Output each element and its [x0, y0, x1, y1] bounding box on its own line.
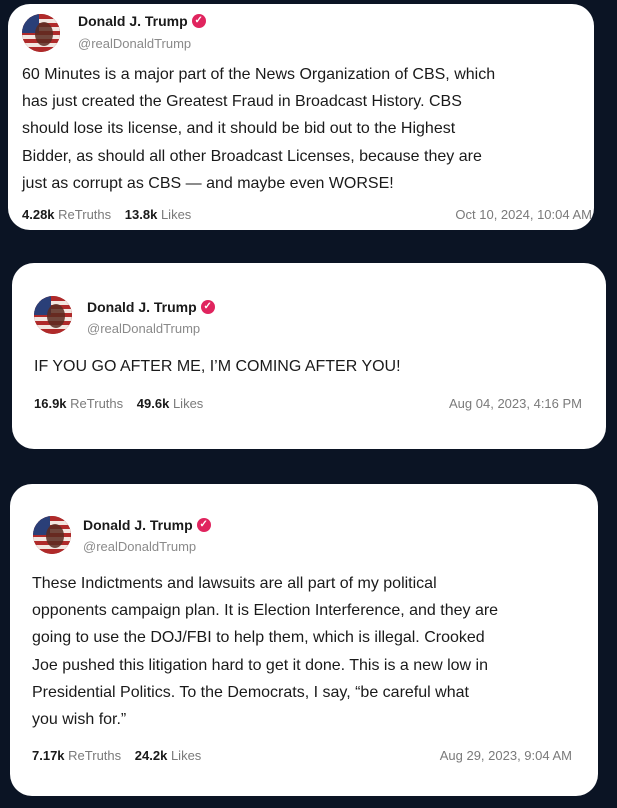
- likes-label: Likes: [160, 207, 192, 222]
- author-handle[interactable]: @realDonaldTrump: [87, 321, 200, 336]
- post-text-line: 60 Minutes is a major part of the News O…: [22, 66, 496, 83]
- post-text-line: has just created the Greatest Fraud in B…: [22, 93, 462, 111]
- retruths-stat[interactable]: 7.17k ReTruths: [32, 748, 121, 763]
- likes-stat[interactable]: 13.8k Likes: [125, 207, 192, 222]
- post-card[interactable]: Donald J. Trump ✓ @realDonaldTrump IF YO…: [12, 263, 606, 449]
- verified-badge-icon: ✓: [196, 518, 211, 532]
- post-card[interactable]: Donald J. Trump ✓ @realDonaldTrump 60 Mi…: [8, 4, 594, 230]
- avatar[interactable]: [33, 516, 71, 554]
- post-text-line: going to use the DOJ/FBI to help them, w…: [32, 629, 485, 647]
- display-name: Donald J. Trump: [87, 299, 197, 315]
- retruths-label: ReTruths: [68, 748, 122, 763]
- display-name: Donald J. Trump: [78, 13, 188, 29]
- author-name[interactable]: Donald J. Trump ✓: [87, 299, 215, 315]
- likes-count: 49.6k: [136, 396, 170, 411]
- author-name[interactable]: Donald J. Trump ✓: [78, 13, 206, 29]
- post-text-line: you wish for.”: [32, 711, 127, 729]
- author-handle[interactable]: @realDonaldTrump: [83, 539, 196, 554]
- post-text-line: Presidential Politics. To the Democrats,…: [32, 683, 469, 701]
- post-text: 60 Minutes is a major part of the News O…: [22, 61, 495, 197]
- post-text: These Indictments and lawsuits are all p…: [32, 570, 498, 733]
- likes-label: Likes: [172, 396, 204, 411]
- post-timestamp[interactable]: Aug 29, 2023, 9:04 AM: [440, 748, 572, 763]
- retruths-count: 4.28k: [22, 207, 55, 222]
- post-timestamp[interactable]: Oct 10, 2024, 10:04 AM: [455, 207, 592, 222]
- post-text-line: Joe pushed this litigation hard to get i…: [32, 656, 488, 674]
- display-name: Donald J. Trump: [83, 517, 193, 533]
- retruths-count: 7.17k: [32, 748, 65, 763]
- likes-count: 13.8k: [124, 207, 158, 222]
- retruths-label: ReTruths: [58, 207, 112, 222]
- likes-label: Likes: [170, 748, 202, 763]
- retruths-stat[interactable]: 4.28k ReTruths: [22, 207, 111, 222]
- author-handle[interactable]: @realDonaldTrump: [78, 36, 191, 51]
- retruths-stat[interactable]: 16.9k ReTruths: [34, 396, 123, 411]
- post-text-line: just as corrupt as CBS — and maybe even …: [22, 174, 394, 192]
- post-stats: 4.28k ReTruths 13.8k Likes: [22, 207, 201, 222]
- post-stats: 7.17k ReTruths 24.2k Likes: [32, 748, 211, 763]
- post-text-line: IF YOU GO AFTER ME, I’M COMING AFTER YOU…: [34, 358, 401, 375]
- post-text-line: should lose its license, and it should b…: [22, 120, 456, 138]
- verified-badge-icon: ✓: [191, 14, 206, 28]
- post-text-line: These Indictments and lawsuits are all p…: [32, 575, 437, 592]
- post-timestamp[interactable]: Aug 04, 2023, 4:16 PM: [449, 396, 582, 411]
- retruths-count: 16.9k: [34, 396, 67, 411]
- likes-stat[interactable]: 24.2k Likes: [135, 748, 202, 763]
- likes-stat[interactable]: 49.6k Likes: [137, 396, 204, 411]
- post-card[interactable]: Donald J. Trump ✓ @realDonaldTrump These…: [10, 484, 598, 796]
- post-stats: 16.9k ReTruths 49.6k Likes: [34, 396, 213, 411]
- post-text: IF YOU GO AFTER ME, I’M COMING AFTER YOU…: [34, 353, 401, 380]
- retruths-label: ReTruths: [70, 396, 124, 411]
- avatar[interactable]: [22, 14, 60, 52]
- verified-badge-icon: ✓: [200, 300, 215, 314]
- post-text-line: opponents campaign plan. It is Election …: [32, 602, 499, 620]
- likes-count: 24.2k: [134, 748, 168, 763]
- post-text-line: Bidder, as should all other Broadcast Li…: [22, 147, 482, 165]
- author-name[interactable]: Donald J. Trump ✓: [83, 517, 211, 533]
- avatar[interactable]: [34, 296, 72, 334]
